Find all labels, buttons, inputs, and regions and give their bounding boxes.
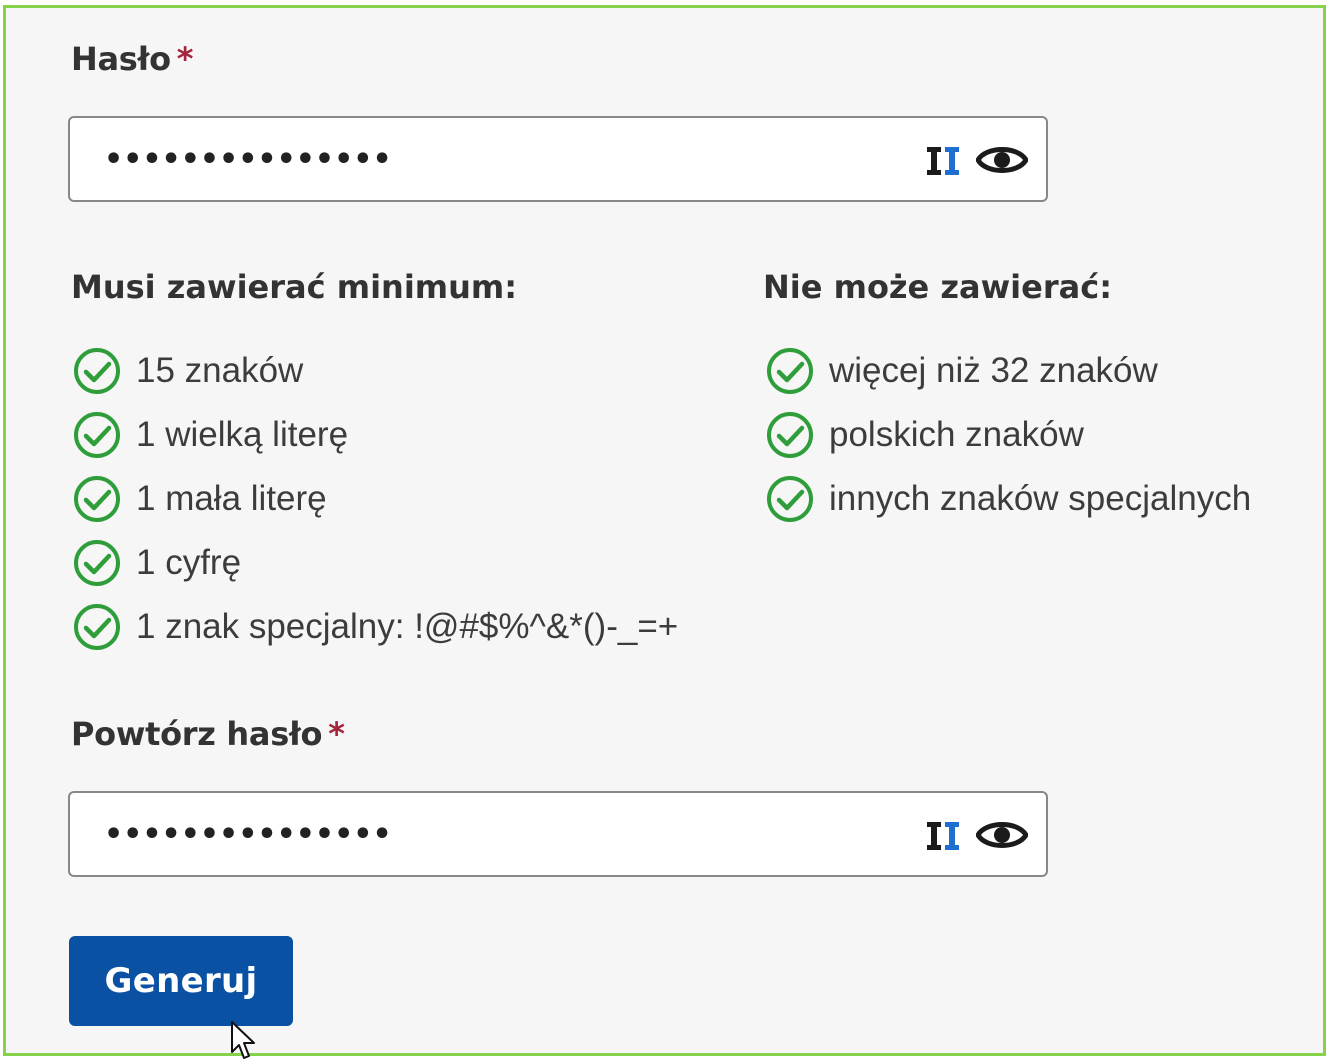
password-label-text: Hasło [71, 40, 171, 78]
required-asterisk: * [176, 40, 194, 78]
password-label: Hasło * [71, 40, 194, 78]
rule-item: 15 znaków [72, 343, 303, 399]
generate-button[interactable]: Generuj [69, 936, 293, 1026]
cannot-contain-title: Nie może zawierać: [763, 268, 1112, 306]
mouse-cursor-icon [231, 1021, 255, 1059]
must-contain-title: Musi zawierać minimum: [71, 268, 518, 306]
rule-text: 1 cyfrę [136, 543, 242, 582]
password-field[interactable] [68, 116, 1048, 202]
repeat-password-input[interactable] [104, 811, 884, 857]
check-circle-icon [74, 604, 120, 650]
check-circle-icon [74, 412, 120, 458]
rule-text: 15 znaków [136, 351, 304, 390]
rule-item: więcej niż 32 znaków [765, 343, 1158, 399]
repeat-password-label-text: Powtórz hasło [71, 715, 323, 753]
rule-text: więcej niż 32 znaków [829, 351, 1158, 390]
check-circle-icon [74, 540, 120, 586]
rule-item: 1 znak specjalny: !@#$%^&*()-_=+ [72, 599, 678, 655]
eye-icon[interactable] [976, 140, 1028, 180]
check-circle-icon [74, 348, 120, 394]
rule-text: 1 znak specjalny: !@#$%^&*()-_=+ [136, 607, 679, 646]
rule-text: 1 mała literę [136, 479, 327, 518]
check-circle-icon [767, 476, 813, 522]
rule-item: 1 wielką literę [72, 407, 348, 463]
check-circle-icon [767, 348, 813, 394]
password-input[interactable] [104, 136, 884, 182]
generator-icon[interactable] [926, 146, 960, 176]
check-circle-icon [767, 412, 813, 458]
rule-item: innych znaków specjalnych [765, 471, 1251, 527]
check-circle-icon [74, 476, 120, 522]
rule-item: 1 cyfrę [72, 535, 241, 591]
rule-item: 1 mała literę [72, 471, 327, 527]
repeat-password-label: Powtórz hasło * [71, 715, 345, 753]
required-asterisk: * [328, 715, 345, 753]
rule-text: polskich znaków [829, 415, 1084, 454]
generator-icon[interactable] [926, 821, 960, 851]
rule-text: 1 wielką literę [136, 415, 349, 454]
eye-icon[interactable] [976, 815, 1028, 855]
rule-item: polskich znaków [765, 407, 1084, 463]
repeat-password-field[interactable] [68, 791, 1048, 877]
rule-text: innych znaków specjalnych [829, 479, 1252, 518]
